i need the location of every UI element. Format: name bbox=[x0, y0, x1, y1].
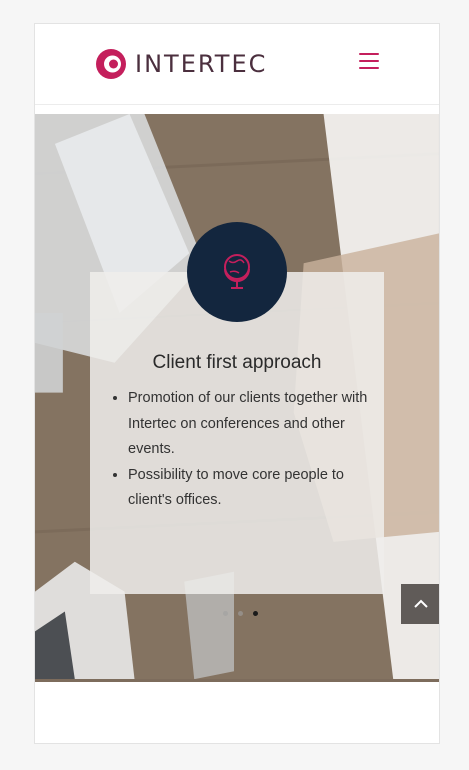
slide-dot-1[interactable] bbox=[223, 611, 228, 616]
list-item: Possibility to move core people to clien… bbox=[128, 463, 390, 514]
logo-text: INTERTEC bbox=[135, 50, 268, 78]
list-item: Promotion of our clients together with I… bbox=[128, 386, 390, 463]
globe-icon bbox=[224, 254, 250, 289]
slide-title: Client first approach bbox=[152, 352, 322, 373]
slide-dot-2[interactable] bbox=[238, 611, 243, 616]
site-logo[interactable]: INTERTEC bbox=[95, 46, 267, 82]
phone-frame: INTERTEC Client first approach Promotion… bbox=[34, 23, 440, 744]
hamburger-menu-icon[interactable] bbox=[359, 53, 379, 69]
chevron-up-icon bbox=[414, 599, 428, 608]
hero-slider: Client first approach Promotion of our c… bbox=[35, 114, 439, 682]
slide-dot-3[interactable] bbox=[253, 611, 258, 616]
feature-list: Promotion of our clients together with I… bbox=[108, 386, 390, 514]
site-header: INTERTEC bbox=[35, 24, 439, 105]
logo-mark-icon bbox=[96, 49, 126, 79]
globe-badge bbox=[187, 222, 287, 322]
slider-pagination bbox=[223, 611, 258, 616]
scroll-to-top-button[interactable] bbox=[401, 584, 439, 624]
